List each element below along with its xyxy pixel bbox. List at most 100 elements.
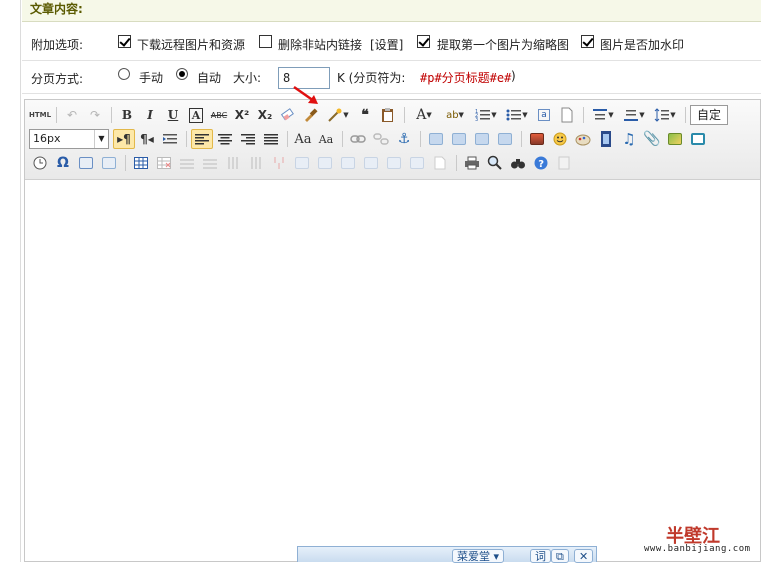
insert-row-icon[interactable] <box>176 153 198 173</box>
download-remote-checkbox[interactable] <box>118 35 131 48</box>
paging-auto-radio[interactable] <box>176 68 188 80</box>
merge-cells-icon[interactable] <box>268 153 290 173</box>
new-document-icon[interactable] <box>556 105 578 125</box>
select-all-icon[interactable]: a <box>533 105 555 125</box>
row-spacing-top-dropdown[interactable]: ▼ <box>588 105 618 125</box>
page-break-icon[interactable] <box>429 153 451 173</box>
block-indent-icon[interactable] <box>159 129 181 149</box>
delete-row-icon[interactable] <box>199 153 221 173</box>
svg-text:3: 3 <box>475 117 478 122</box>
toolbar-divider <box>111 107 112 123</box>
toolbar-divider <box>125 155 126 171</box>
highlight-dropdown[interactable]: ab ▼ <box>440 105 470 125</box>
time-icon[interactable] <box>29 153 51 173</box>
options-row: 附加选项: 下载远程图片和资源 删除非站内链接 [设置] 提取第一个图片为缩略图… <box>22 28 761 61</box>
insert-image-icon[interactable] <box>526 129 548 149</box>
unit-suffix: ) <box>511 69 516 83</box>
font-decrease-button[interactable]: Aa <box>315 129 337 149</box>
preview-icon[interactable] <box>484 153 506 173</box>
italic-button[interactable]: I <box>139 105 161 125</box>
redo-icon[interactable]: ↷ <box>84 105 106 125</box>
image-float-right-icon[interactable] <box>471 129 493 149</box>
map-icon[interactable] <box>664 129 686 149</box>
underline-button[interactable]: U <box>162 105 184 125</box>
paste-word-icon[interactable] <box>377 105 399 125</box>
align-left-button[interactable] <box>191 129 213 149</box>
split-col-icon[interactable] <box>383 153 405 173</box>
options-label: 附加选项: <box>31 38 84 52</box>
toolbar-row-2: 16px ▼ ▸¶ ¶◂ Aa Aa ⚓ ♫ 📎 <box>29 128 710 150</box>
superscript-button[interactable]: X² <box>231 105 253 125</box>
row-spacing-bottom-dropdown[interactable]: ▼ <box>619 105 649 125</box>
split-row-icon[interactable] <box>360 153 382 173</box>
section-title: 文章内容: <box>22 0 761 22</box>
toolbar-row-1: HTML ↶ ↷ B I U A ABC X² X₂ ▼ ❝ A▼ ab▼ <box>29 104 729 126</box>
left-border <box>0 0 21 562</box>
paging-manual-radio[interactable] <box>118 68 130 80</box>
rich-text-editor[interactable]: HTML ↶ ↷ B I U A ABC X² X₂ ▼ ❝ A▼ ab▼ <box>24 99 761 562</box>
bottom-btn-1[interactable]: 词 <box>530 549 551 563</box>
attachment-icon[interactable]: 📎 <box>641 129 663 149</box>
music-icon[interactable]: ♫ <box>618 129 640 149</box>
delete-table-icon[interactable] <box>153 153 175 173</box>
ltr-button[interactable]: ▸¶ <box>113 129 135 149</box>
scrawl-icon[interactable] <box>572 129 594 149</box>
unlink-icon[interactable] <box>370 129 392 149</box>
line-height-dropdown[interactable]: ▼ <box>650 105 680 125</box>
bottom-tab[interactable]: 菜爱堂 ▾ <box>452 549 505 563</box>
rtl-button[interactable]: ¶◂ <box>136 129 158 149</box>
bottom-btn-2[interactable]: ⧉ <box>551 549 569 563</box>
align-right-button[interactable] <box>237 129 259 149</box>
remove-external-links-checkbox[interactable] <box>259 35 272 48</box>
anchor-icon[interactable]: ⚓ <box>393 129 415 149</box>
insert-table-icon[interactable] <box>130 153 152 173</box>
custom-style-select[interactable]: 自定 <box>690 105 729 125</box>
help-icon[interactable]: ? <box>530 153 552 173</box>
magic-wand-icon[interactable]: ▼ <box>323 105 353 125</box>
justify-button[interactable] <box>260 129 282 149</box>
ordered-list-dropdown[interactable]: 1 2 3 ▼ <box>471 105 501 125</box>
settings-link[interactable]: [设置] <box>370 36 403 53</box>
video-icon[interactable] <box>595 129 617 149</box>
toolbar-divider <box>583 107 584 123</box>
align-center-button[interactable] <box>214 129 236 149</box>
clear-doc-icon[interactable] <box>553 153 575 173</box>
emoticon-icon[interactable] <box>549 129 571 149</box>
strikethrough-button[interactable]: ABC <box>208 105 230 125</box>
iframe-icon[interactable] <box>687 129 709 149</box>
insert-code-icon[interactable] <box>75 153 97 173</box>
font-color-dropdown[interactable]: A ▼ <box>409 105 439 125</box>
image-center-icon[interactable] <box>494 129 516 149</box>
font-size-select[interactable]: 16px ▼ <box>29 129 109 149</box>
special-char-icon[interactable]: Ω <box>52 153 74 173</box>
watermark-checkbox[interactable] <box>581 35 594 48</box>
subscript-button[interactable]: X₂ <box>254 105 276 125</box>
toolbar-divider <box>456 155 457 171</box>
size-label: 大小: <box>233 71 262 85</box>
insert-template-icon[interactable] <box>98 153 120 173</box>
insert-col-icon[interactable] <box>222 153 244 173</box>
bottom-close-button[interactable]: ✕ <box>574 549 594 563</box>
toolbar-divider <box>685 107 686 123</box>
delete-col-icon[interactable] <box>245 153 267 173</box>
bold-button[interactable]: B <box>116 105 138 125</box>
unordered-list-dropdown[interactable]: ▼ <box>502 105 532 125</box>
split-cell-icon[interactable] <box>337 153 359 173</box>
table-props-icon[interactable] <box>406 153 428 173</box>
annotation-arrow <box>293 85 318 104</box>
undo-icon[interactable]: ↶ <box>61 105 83 125</box>
font-border-button[interactable]: A <box>185 105 207 125</box>
paging-manual-label: 手动 <box>139 71 164 85</box>
merge-right-icon[interactable] <box>291 153 313 173</box>
search-replace-icon[interactable] <box>507 153 529 173</box>
editor-toolbar: HTML ↶ ↷ B I U A ABC X² X₂ ▼ ❝ A▼ ab▼ <box>25 100 760 180</box>
html-source-button[interactable]: HTML <box>29 105 51 125</box>
image-inline-icon[interactable] <box>448 129 470 149</box>
font-increase-button[interactable]: Aa <box>292 129 314 149</box>
link-icon[interactable] <box>347 129 369 149</box>
image-float-left-icon[interactable] <box>425 129 447 149</box>
extract-thumbnail-checkbox[interactable] <box>417 35 430 48</box>
merge-down-icon[interactable] <box>314 153 336 173</box>
quote-button[interactable]: ❝ <box>354 105 376 125</box>
print-icon[interactable] <box>461 153 483 173</box>
